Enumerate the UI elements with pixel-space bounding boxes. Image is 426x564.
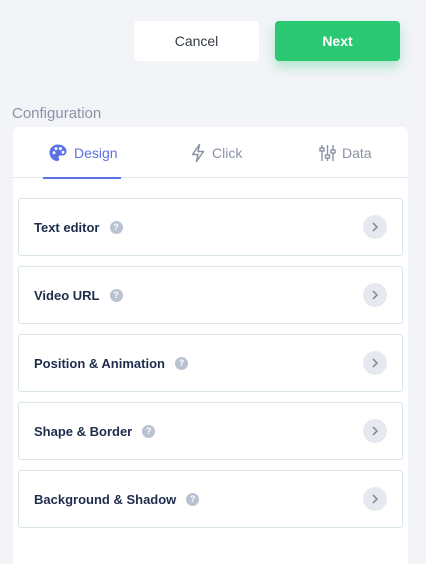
accordion-shape-border[interactable]: Shape & Border ? (18, 402, 403, 460)
chevron-right-icon[interactable] (363, 487, 387, 511)
accordion-label: Background & Shadow (34, 491, 177, 507)
accordion-label: Shape & Border (34, 423, 133, 439)
question-icon[interactable]: ? (109, 288, 123, 302)
sliders-icon (319, 144, 336, 162)
tab-click-label: Click (212, 144, 243, 161)
accordion-background-shadow[interactable]: Background & Shadow ? (18, 470, 403, 528)
tab-design-label: Design (74, 144, 118, 161)
tab-click[interactable]: Click (190, 127, 242, 178)
question-icon[interactable]: ? (186, 492, 200, 506)
tab-data-label: Data (342, 144, 372, 161)
accordion-list: Text editor ? Video URL ? Position & Ani… (18, 198, 403, 538)
question-icon[interactable]: ? (174, 356, 188, 370)
chevron-right-icon[interactable] (363, 419, 387, 443)
accordion-video-url[interactable]: Video URL ? (18, 266, 403, 324)
tab-data[interactable]: Data (319, 127, 372, 178)
accordion-position-animation[interactable]: Position & Animation ? (18, 334, 403, 392)
next-button[interactable]: Next (275, 21, 400, 61)
accordion-text-editor[interactable]: Text editor ? (18, 198, 403, 256)
lightning-icon (190, 143, 206, 163)
palette-icon (48, 143, 68, 163)
tab-bar: Design Click Data (13, 127, 408, 179)
section-title: Configuration (12, 105, 102, 122)
accordion-label: Position & Animation (34, 355, 165, 371)
chevron-right-icon[interactable] (363, 351, 387, 375)
page: Cancel Next Configuration Design Click D… (0, 0, 426, 564)
chevron-right-icon[interactable] (363, 215, 387, 239)
configuration-panel: Design Click Data Text editor ? Video UR… (13, 127, 408, 564)
question-icon[interactable]: ? (142, 424, 156, 438)
accordion-label: Video URL (34, 287, 100, 303)
question-icon[interactable]: ? (109, 220, 123, 234)
cancel-button[interactable]: Cancel (134, 21, 259, 61)
chevron-right-icon[interactable] (363, 283, 387, 307)
accordion-label: Text editor (34, 219, 100, 235)
tab-design[interactable]: Design (43, 127, 121, 179)
